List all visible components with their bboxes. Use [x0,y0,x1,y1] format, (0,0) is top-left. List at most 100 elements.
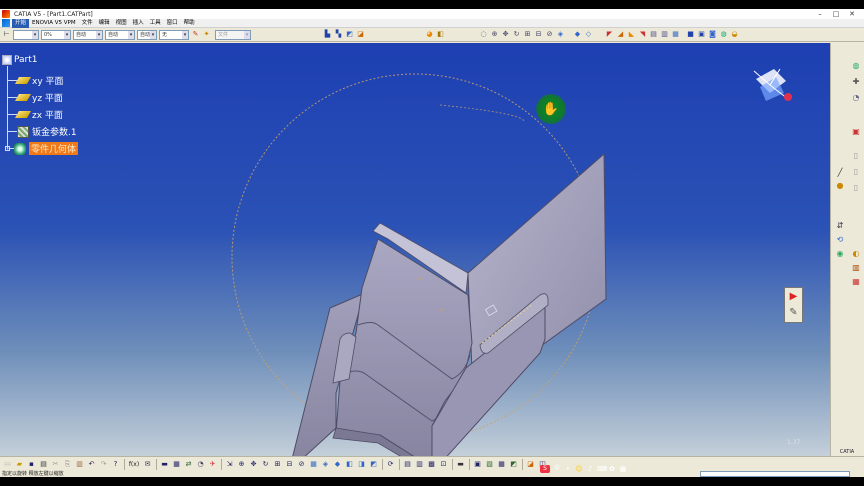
menu-window[interactable]: 窗口 [164,19,181,28]
render-icon[interactable]: ◍ [719,30,728,39]
edit-icon[interactable]: ✎ [787,306,801,320]
swap-icon[interactable]: ⇄ [184,460,193,469]
wireframe-icon[interactable]: ▯ [851,151,861,161]
iso-view-icon[interactable]: ◈ [321,460,330,469]
pattern-icon[interactable]: ▦ [851,277,861,287]
fit-all-icon[interactable]: ⊕ [490,30,499,39]
copy-icon[interactable]: ⎘ [63,460,72,469]
knowledge-icon[interactable]: ◧ [436,30,445,39]
normal-view-icon[interactable]: ⊘ [545,30,554,39]
voice-icon[interactable]: ♪ [586,465,594,473]
color-combo[interactable] [13,29,39,40]
3d-viewport[interactable]: Part1 xy 平面 yz 平面 zx 平面 钣金参数.1 + 零件几何体 1… [0,43,830,456]
unfold-icon[interactable]: ◥ [638,30,647,39]
view-iso-icon[interactable]: ◙ [708,30,717,39]
stamp-icon[interactable]: ▥ [660,30,669,39]
sketch-tools-icon[interactable]: ✚ [851,77,861,87]
view-top-icon[interactable]: ▣ [697,30,706,39]
measure-icon[interactable]: ◪ [356,30,365,39]
undo-icon[interactable]: ↶ [87,460,96,469]
menu-enovia[interactable]: ENOVIA V5 VPM [29,19,79,28]
keyboard-icon[interactable]: ⌨ [597,465,607,473]
flange-icon[interactable]: ◢ [616,30,625,39]
close-button[interactable]: ✕ [844,9,860,19]
table-icon[interactable]: ▦ [497,460,506,469]
zoom-out-icon[interactable]: ⊟ [285,460,294,469]
menu-insert[interactable]: 插入 [130,19,147,28]
catalog-icon[interactable]: ▣ [473,460,482,469]
emoji-icon[interactable]: ☺ [575,465,583,473]
select-icon[interactable]: ▬ [160,460,169,469]
shading-icon[interactable]: ◆ [573,30,582,39]
snap-icon[interactable]: ▦ [172,460,181,469]
tree-node-sheetmetal-parameters[interactable]: 钣金参数.1 [2,125,77,138]
maximize-button[interactable]: □ [828,9,844,19]
transform-icon[interactable]: ⟲ [835,235,845,245]
fit-all-icon[interactable]: ⊕ [237,460,246,469]
tree-node-body[interactable]: + 零件几何体 [2,142,79,155]
hide-show-icon[interactable]: ◇ [584,30,593,39]
ime-logo-icon[interactable]: S [540,465,550,473]
zoom-out-icon[interactable]: ⊟ [534,30,543,39]
menu-file[interactable]: 文件 [79,19,96,28]
shading-edges-icon[interactable]: ◆ [333,460,342,469]
tree-node-yz-plane[interactable]: yz 平面 [2,91,63,104]
sketcher-icon[interactable]: ▙ [323,30,332,39]
feature-icon[interactable]: ◐ [851,249,861,259]
rotate-icon[interactable]: ↻ [261,460,270,469]
lock-icon[interactable]: ▩ [427,460,436,469]
padlock-icon[interactable]: ⊡ [439,460,448,469]
normal-view-icon[interactable]: ⊘ [297,460,306,469]
rotate-icon[interactable]: ↻ [512,30,521,39]
layer-combo[interactable]: 无 [159,29,189,40]
tree-node-zx-plane[interactable]: zx 平面 [2,108,63,121]
point-type-combo[interactable]: 自动 [137,29,157,40]
comment-icon[interactable]: ✉ [143,460,152,469]
operation-icon[interactable]: ⇵ [835,221,845,231]
part-design-icon[interactable]: ▚ [334,30,343,39]
part-body-icon[interactable]: ▣ [851,127,861,137]
point-icon[interactable]: ● [835,181,845,191]
bend-icon[interactable]: ◣ [627,30,636,39]
sketch-icon[interactable]: ▤ [403,460,412,469]
tree-node-xy-plane[interactable]: xy 平面 [2,74,64,87]
transparency-combo[interactable]: 0% [41,29,71,40]
redo-icon[interactable]: ↷ [99,460,108,469]
new-file-icon[interactable]: ▭ [3,460,12,469]
skin-icon[interactable]: ✿ [608,465,616,473]
formula-icon[interactable]: f(x) [128,460,140,469]
camera-icon[interactable]: ▬ [456,460,465,469]
line-weight-combo[interactable]: 自动 [73,29,103,40]
analysis-icon[interactable]: ◩ [345,30,354,39]
part-geometry[interactable] [0,43,830,456]
menu-start[interactable]: 开始 [12,18,30,28]
filter-combo[interactable]: 文件 [215,29,251,40]
pattern-icon[interactable]: ▦ [671,30,680,39]
measure-icon[interactable]: ◪ [526,460,535,469]
menu-edit[interactable]: 编辑 [96,19,113,28]
constraint-icon[interactable]: ▯ [851,167,861,177]
open-file-icon[interactable]: ▰ [15,460,24,469]
minimize-button[interactable]: – [812,9,828,19]
render-style-icon[interactable]: ◩ [369,460,378,469]
iso-view-icon[interactable]: ◈ [556,30,565,39]
zoom-in-icon[interactable]: ⊞ [273,460,282,469]
punctuation-icon[interactable]: • [564,465,572,473]
fly-icon[interactable]: ✈ [208,460,217,469]
save-icon[interactable]: ▪ [27,460,36,469]
menu-tools[interactable]: 工具 [147,19,164,28]
update-icon[interactable]: ⟳ [386,460,395,469]
pan-icon[interactable]: ✥ [501,30,510,39]
properties-icon[interactable]: ✦ [202,30,211,39]
fly-mode-icon[interactable]: ◌ [479,30,488,39]
cutout-icon[interactable]: ▤ [649,30,658,39]
paste-icon[interactable]: ▥ [75,460,84,469]
menu-help[interactable]: 帮助 [181,19,198,28]
brush-icon[interactable]: ✎ [191,30,200,39]
sheet-wall-icon[interactable]: ◤ [605,30,614,39]
draft-icon[interactable]: ▥ [851,263,861,273]
chinese-mode-icon[interactable]: 中 [553,465,561,473]
material-icon[interactable]: ◒ [730,30,739,39]
fly-mode-icon[interactable]: ⇲ [225,460,234,469]
record-icon[interactable]: ▶ [787,290,801,304]
